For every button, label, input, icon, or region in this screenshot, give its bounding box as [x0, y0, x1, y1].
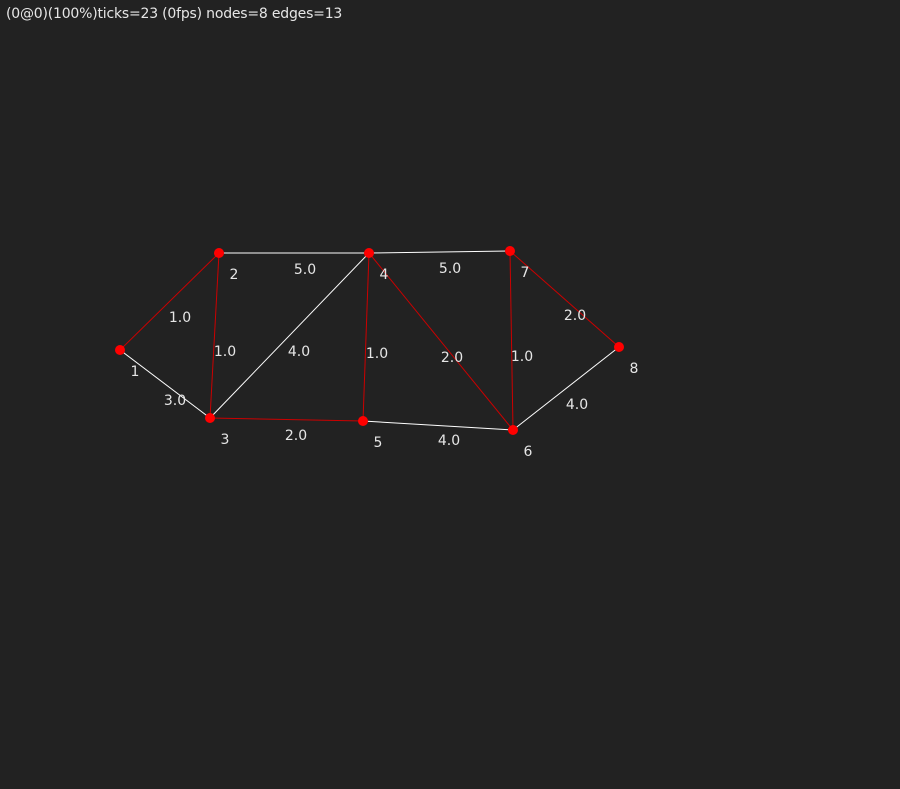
- edge-weight-label-6-8: 4.0: [566, 397, 588, 413]
- node-label-4: 4: [380, 267, 389, 283]
- edges-layer: [119, 250, 620, 431]
- node-label-1: 1: [131, 364, 140, 380]
- edge-weight-label-1-3: 3.0: [164, 393, 186, 409]
- edge-weight-label-5-6: 4.0: [438, 433, 460, 449]
- node-4[interactable]: [364, 248, 374, 258]
- node-label-3: 3: [221, 432, 230, 448]
- edge-3-5[interactable]: [209, 417, 364, 422]
- edge-6-7[interactable]: [509, 250, 514, 431]
- node-labels-layer: 1 2 3 4 5 6 7 8: [131, 265, 639, 460]
- node-8[interactable]: [614, 342, 624, 352]
- graph-view[interactable]: 1.03.01.05.04.02.01.0 2.05.04.01.04.02.0 …: [0, 0, 900, 789]
- edge-4-6[interactable]: [368, 252, 514, 431]
- node-1[interactable]: [115, 345, 125, 355]
- edge-weight-label-6-7: 1.0: [511, 349, 533, 365]
- edge-1-2[interactable]: [119, 252, 220, 351]
- edge-weight-label-1-2: 1.0: [169, 310, 191, 326]
- edge-4-5[interactable]: [362, 252, 370, 422]
- edge-weight-label-2-4: 5.0: [294, 262, 316, 278]
- node-label-7: 7: [521, 265, 530, 281]
- edge-weight-label-2-3: 1.0: [214, 344, 236, 360]
- edge-weight-label-4-5: 1.0: [366, 346, 388, 362]
- node-label-8: 8: [630, 361, 639, 377]
- node-2[interactable]: [214, 248, 224, 258]
- edge-weight-label-3-5: 2.0: [285, 428, 307, 444]
- edge-5-6[interactable]: [362, 420, 514, 431]
- nodes-layer: [115, 246, 624, 435]
- node-7[interactable]: [505, 246, 515, 256]
- node-6[interactable]: [508, 425, 518, 435]
- edge-weight-label-4-7: 5.0: [439, 261, 461, 277]
- node-label-6: 6: [524, 444, 533, 460]
- node-label-5: 5: [374, 435, 383, 451]
- node-label-2: 2: [230, 267, 239, 283]
- edge-2-3[interactable]: [209, 252, 220, 419]
- graph-canvas[interactable]: (0@0)(100%)ticks=23 (0fps) nodes=8 edges…: [0, 0, 900, 789]
- node-3[interactable]: [205, 413, 215, 423]
- edge-weight-label-7-8: 2.0: [564, 308, 586, 324]
- node-5[interactable]: [358, 416, 368, 426]
- edge-weight-label-4-6: 2.0: [441, 350, 463, 366]
- edge-weight-label-3-4: 4.0: [288, 344, 310, 360]
- edge-4-7[interactable]: [368, 250, 511, 254]
